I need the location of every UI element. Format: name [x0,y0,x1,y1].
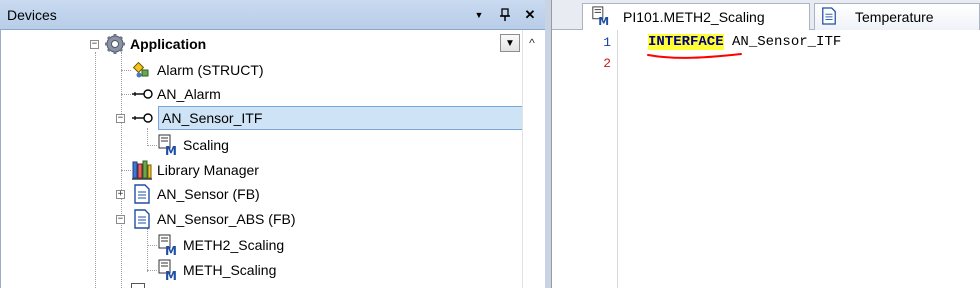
tree-item-label: AN_Sensor (FB) [157,186,260,202]
tree-item-an-alarm[interactable]: AN_Alarm [131,82,221,106]
gear-icon [104,33,126,55]
tree-guide-line [147,245,157,246]
pane-close-button[interactable]: ✕ [521,6,539,24]
red-underline-annotation [647,53,742,59]
tab-label: Temperature [855,9,934,25]
interface-icon [131,107,153,129]
tree-item-label: Alarm (STRUCT) [157,62,264,78]
tab-label: PI101.METH2_Scaling [623,9,765,25]
pane-dropdown-button[interactable]: ▼ [470,6,488,24]
code-line-1: INTERFACE AN_Sensor_ITF [648,34,841,50]
svg-text:M: M [165,244,177,256]
method-icon: M [157,134,179,156]
devices-pane: Devices ▼ ✕ − Application Alarm (STRUCT)… [0,0,545,288]
tree-item-label: AN_Sensor_ITF [162,110,263,126]
line-number-gutter: 1 2 [552,30,618,288]
tree-item-label: Application [130,36,207,52]
tree-item-an-sensor-abs-fb[interactable]: AN_Sensor_ABS (FB) [131,207,296,231]
tree-guide-line [147,145,157,146]
close-icon: ✕ [524,7,536,22]
tree-guide-line [147,270,157,271]
tree-guide-line [95,52,96,288]
devices-pane-header: Devices ▼ ✕ [0,0,545,30]
editor-pane: M PI101.METH2_Scaling Temperature 1 2 IN… [551,0,980,288]
tree-item-alarm-struct[interactable]: Alarm (STRUCT) [131,58,264,82]
struct-icon [131,59,153,81]
chevron-down-icon: ▼ [474,10,484,20]
pou-icon [131,208,153,230]
interface-icon [131,83,153,105]
tree-item-label: Library Manager [157,162,259,178]
document-icon [821,6,837,28]
tree-item-label: AN_Sensor_ABS (FB) [157,211,296,227]
scroll-up-button[interactable]: ^ [522,33,542,53]
tree-item-meth-scaling[interactable]: M METH_Scaling [157,258,276,282]
editor-tabbar: M PI101.METH2_Scaling Temperature [552,0,980,30]
line-number: 1 [603,35,611,50]
code-editor[interactable]: INTERFACE AN_Sensor_ITF [618,30,980,288]
tree-item-label: METH2_Scaling [183,237,285,253]
devices-pane-title: Devices [7,7,57,23]
tree-item-label: Scaling [183,137,229,153]
tree-item-partial [131,283,145,288]
method-icon: M [591,5,611,29]
tree-item-label: METH_Scaling [183,262,277,278]
method-icon: M [157,234,179,256]
tree-guide-line [147,128,148,146]
chevron-up-icon: ^ [529,36,535,50]
svg-text:M: M [598,15,609,26]
tree-expander[interactable]: − [116,114,125,123]
tree-expander[interactable]: − [116,215,125,224]
tree-item-application[interactable]: Application [104,32,206,56]
tree-expander[interactable]: + [116,190,125,199]
tree-guide-line [121,94,131,95]
tree-scrollbar[interactable] [522,30,544,288]
method-icon: M [157,259,179,281]
tree-guide-line [147,228,148,272]
library-icon [131,159,153,181]
tree-filter-dropdown[interactable]: ▼ [500,34,520,52]
svg-text:M: M [165,144,177,156]
tree-item-meth2-scaling[interactable]: M METH2_Scaling [157,233,284,257]
tree-item-library-manager[interactable]: Library Manager [131,158,259,182]
keyword-interface: INTERFACE [648,34,724,50]
line-number: 2 [603,56,611,71]
tree-guide-line [121,170,131,171]
svg-text:M: M [165,269,177,281]
pou-icon [131,183,153,205]
pin-icon [500,8,510,21]
interface-name: AN_Sensor_ITF [723,34,842,50]
tab-pi101-meth2-scaling[interactable]: M PI101.METH2_Scaling [582,3,810,30]
tree-item-label: AN_Alarm [157,86,221,102]
tree-item-selection[interactable]: AN_Sensor_ITF [158,106,523,130]
pane-pin-button[interactable] [496,6,514,24]
tree-expander[interactable]: − [90,40,99,49]
tree-guide-line [121,70,131,71]
chevron-down-icon: ▼ [505,37,515,49]
tree-item-an-sensor-itf[interactable] [131,106,157,130]
tab-temperature[interactable]: Temperature [814,3,980,30]
tree-item-scaling[interactable]: M Scaling [157,133,229,157]
tree-item-an-sensor-fb[interactable]: AN_Sensor (FB) [131,182,260,206]
